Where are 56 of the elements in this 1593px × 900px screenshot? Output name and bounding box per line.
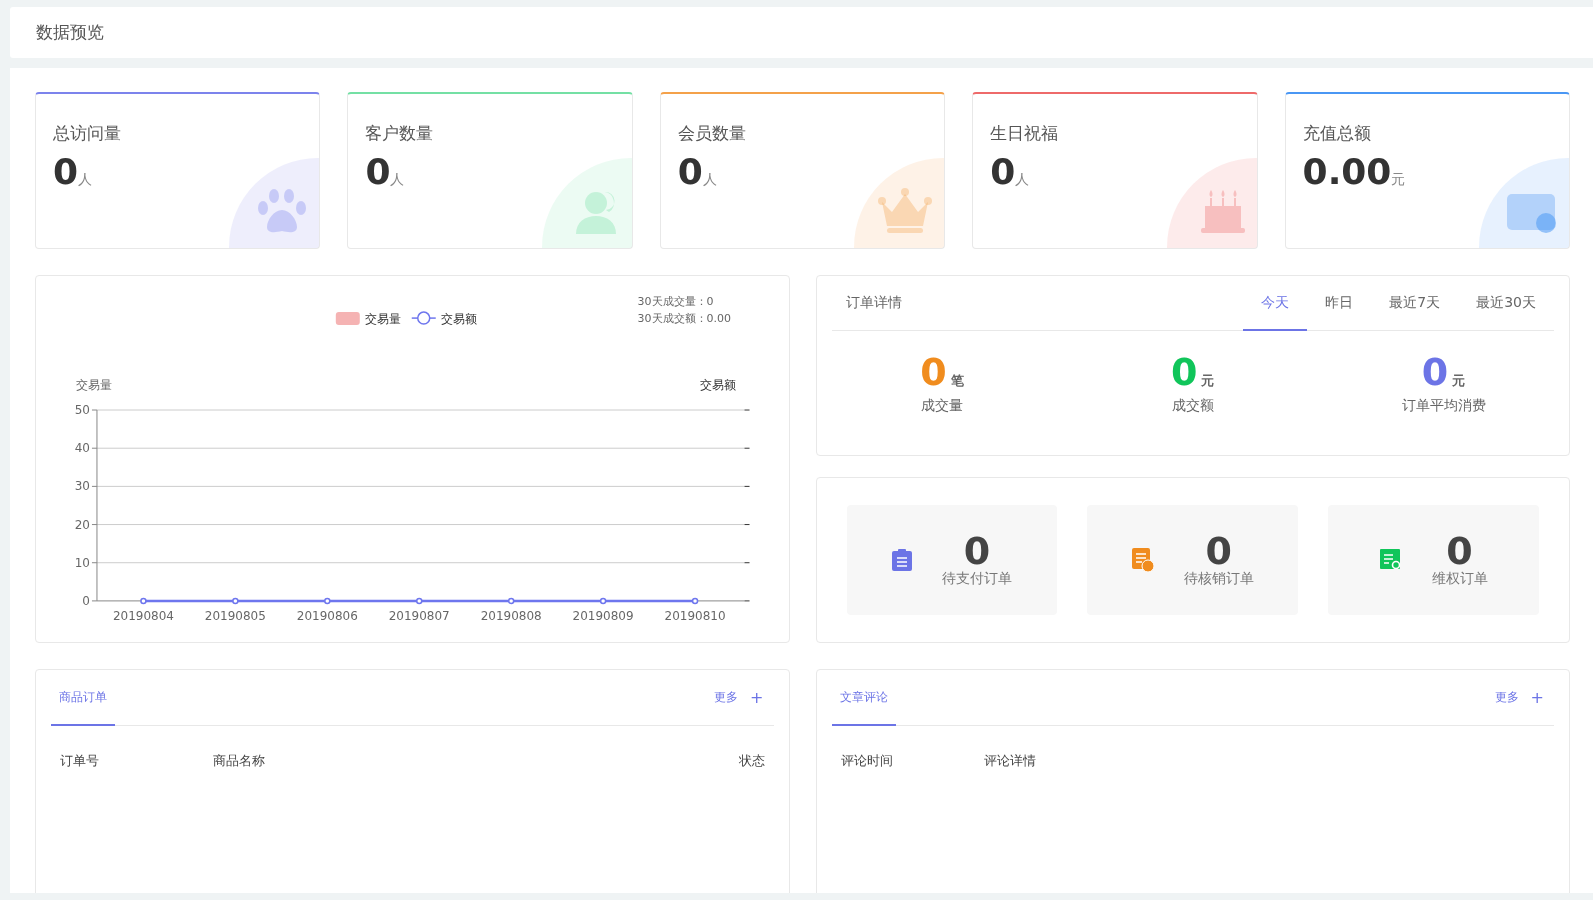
stat-value: 0: [365, 151, 391, 192]
metric-unit: 元: [1452, 372, 1466, 390]
stat-title: 会员数量: [677, 122, 747, 145]
stat-value: 0: [990, 151, 1016, 192]
pending-label: 维权订单: [1431, 570, 1488, 588]
summary-text: 30天成交量：0: [637, 295, 714, 309]
pending-count: 0: [1205, 532, 1232, 570]
pending-label: 待支付订单: [941, 570, 1012, 588]
tick-label: 20190804: [112, 608, 174, 623]
page-title: 数据预览: [36, 21, 104, 44]
tick-label: 50: [74, 403, 90, 418]
stat-title: 客户数量: [365, 122, 435, 145]
stat-title: 充值总额: [1302, 122, 1372, 145]
tick-label: 20: [74, 517, 90, 532]
metric-value: 0: [1421, 353, 1449, 391]
legend-label: 交易量: [364, 312, 401, 327]
tick-label: 0: [82, 593, 90, 608]
stat-title: 生日祝福: [990, 122, 1060, 145]
stat-unit: 人: [1015, 171, 1030, 189]
tick-label: 20190806: [296, 608, 358, 623]
stat-unit: 元: [1391, 171, 1406, 189]
stat-value: 0: [53, 151, 79, 192]
metric-unit: 笔: [950, 372, 964, 390]
tick-label: 10: [74, 555, 90, 570]
tick-label: 40: [74, 441, 90, 456]
stat-value: 0: [677, 151, 703, 192]
column-header: 评论时间: [840, 752, 894, 770]
metric-value: 0: [1171, 353, 1198, 391]
column-header: 状态: [738, 752, 765, 770]
card-title: 订单详情: [845, 294, 902, 312]
pending-count: 0: [963, 532, 991, 570]
metric-label: 订单平均消费: [1401, 397, 1486, 415]
metric-value: 0: [920, 353, 947, 391]
stat-unit: 人: [702, 171, 717, 189]
metric-label: 成交额: [1171, 397, 1214, 415]
column-header: 订单号: [60, 752, 100, 770]
tick-label: 20190807: [388, 608, 450, 623]
axis-title: 交易额: [699, 378, 736, 393]
legend-label: 交易额: [440, 312, 477, 327]
column-header: 商品名称: [213, 752, 266, 770]
pending-label: 待核销订单: [1183, 570, 1254, 588]
tick-label: 20190808: [480, 608, 542, 623]
metric-unit: 元: [1201, 372, 1215, 390]
pending-count: 0: [1446, 532, 1473, 570]
tick-label: 20190809: [572, 608, 634, 623]
stat-title: 总访问量: [53, 122, 122, 145]
tick-label: 30: [74, 479, 90, 494]
tick-label: 20190805: [204, 608, 266, 623]
stat-value: 0.00: [1302, 151, 1392, 192]
metric-label: 成交量: [920, 397, 963, 415]
tick-label: 20190810: [664, 608, 726, 623]
column-header: 评论详情: [983, 752, 1037, 770]
stat-unit: 人: [78, 171, 93, 189]
axis-title: 交易量: [75, 378, 112, 393]
stat-unit: 人: [390, 171, 405, 189]
summary-text: 30天成交额：0.00: [637, 312, 732, 326]
